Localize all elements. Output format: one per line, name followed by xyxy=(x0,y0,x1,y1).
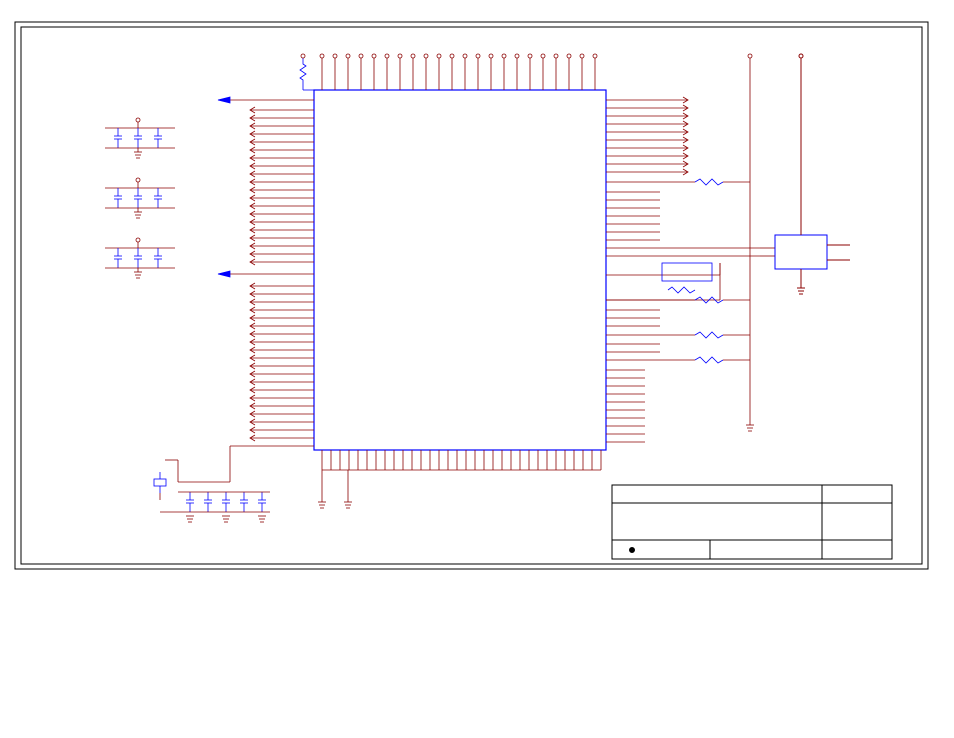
gnd-symbols xyxy=(186,516,266,522)
left-pins-rows xyxy=(218,107,314,441)
title-block xyxy=(612,485,892,559)
frame-inner xyxy=(21,27,922,564)
main-ic-body xyxy=(314,90,606,450)
top-resistor xyxy=(300,54,314,90)
cap-bank-2 xyxy=(105,178,175,218)
cap-bank-3 xyxy=(105,238,175,278)
frame-outer xyxy=(15,22,928,569)
bottom-caps xyxy=(186,492,266,512)
ic-pins-bottom xyxy=(322,450,601,470)
ic-pins-left xyxy=(218,97,314,103)
schematic-diagram xyxy=(0,0,954,738)
right-pins-rows xyxy=(606,54,775,442)
cap-bank-1 xyxy=(105,118,175,158)
crystal xyxy=(154,472,166,493)
feedback-box xyxy=(662,263,712,281)
ic-pins-top xyxy=(320,54,597,90)
small-ic xyxy=(775,54,850,294)
feedback-resistor xyxy=(668,287,695,293)
